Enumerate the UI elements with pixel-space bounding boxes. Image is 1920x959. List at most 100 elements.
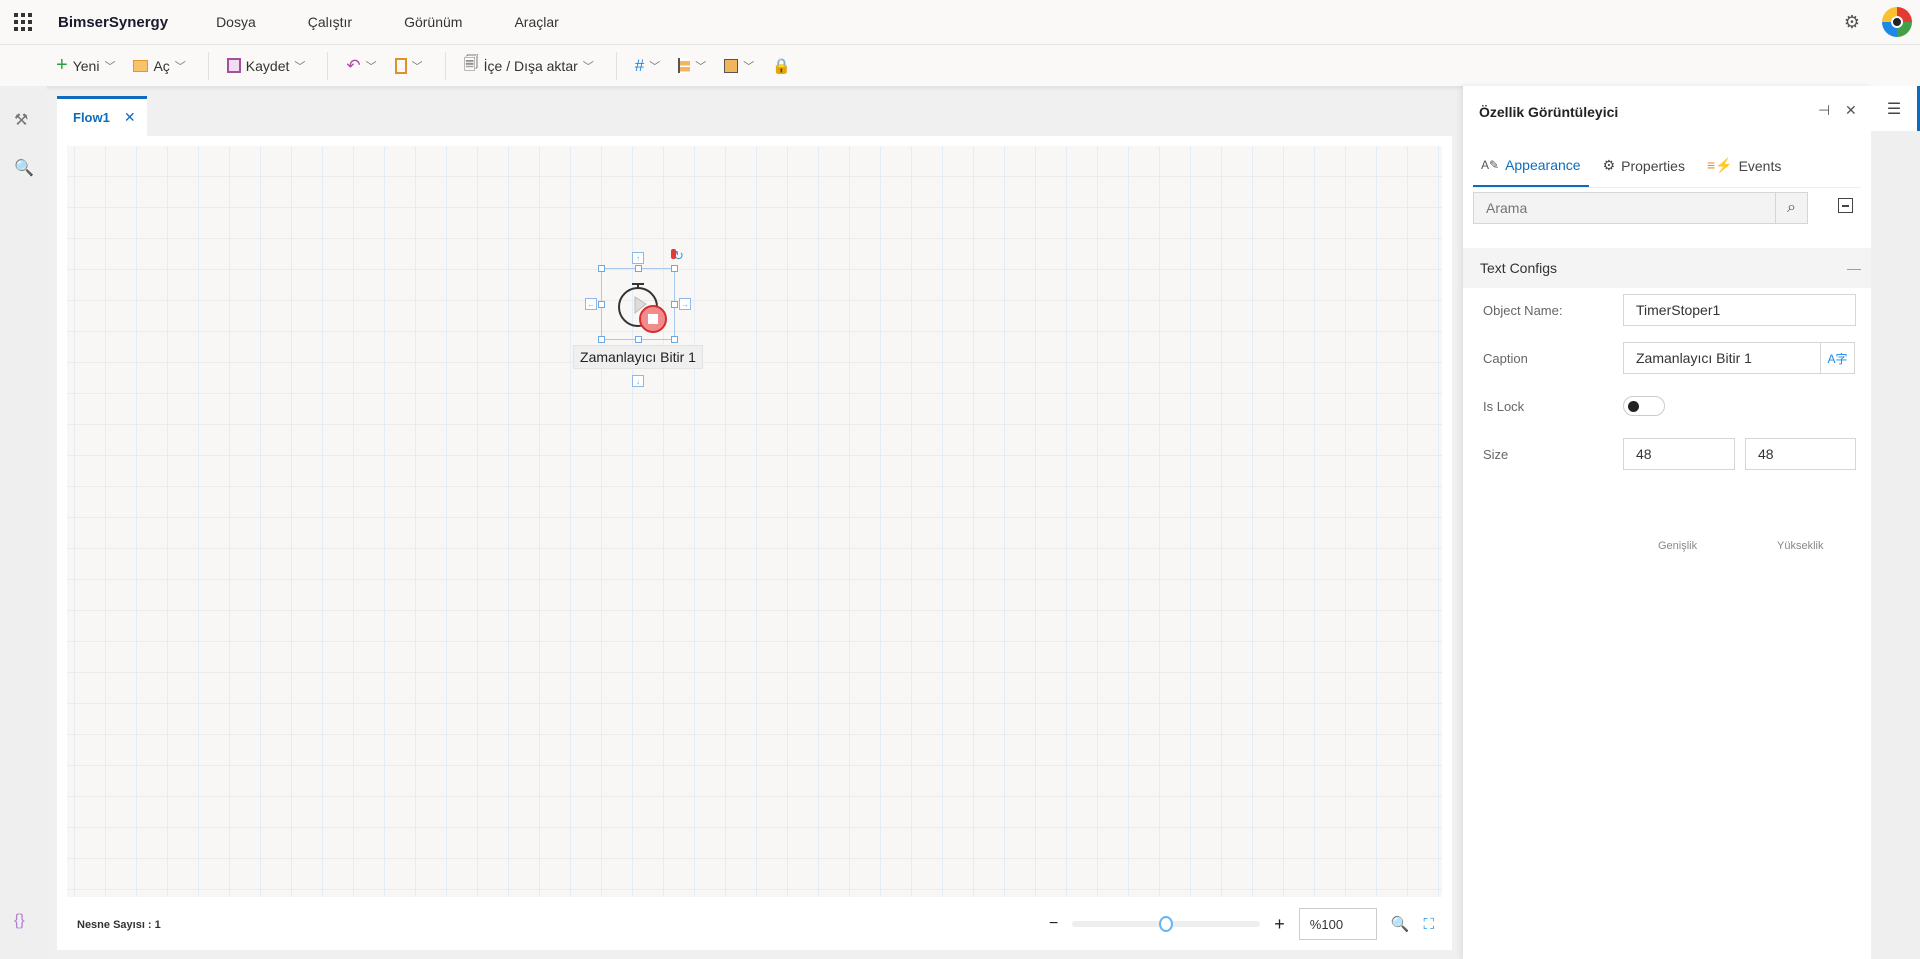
tab-flow1[interactable]: Flow1 ✕	[57, 96, 147, 136]
size-row: Size 48 48	[1463, 438, 1871, 470]
toolbar: + Yeni ﹀ Aç ﹀ Kaydet ﹀ ↶ ﹀ ﹀ 🗐 İçe / Dışa akta…	[0, 45, 1920, 86]
property-search: ⌕	[1473, 192, 1808, 224]
document-tabs: Flow1 ✕	[57, 96, 147, 136]
chevron-down-icon: ﹀	[294, 60, 306, 73]
width-caption: Genişlik	[1658, 540, 1698, 552]
port-top-icon[interactable]: ↑	[632, 252, 644, 264]
zoom-controls: − + %100 🔍 ⛶	[1049, 908, 1434, 940]
chevron-down-icon: ﹀	[582, 60, 594, 73]
port-bottom-icon[interactable]: ↓	[632, 375, 644, 387]
settings-gear-icon[interactable]: ⚙	[1844, 12, 1860, 33]
paste-button[interactable]: ﹀	[394, 57, 423, 74]
designer-workspace: ↑ ← → ↓ ↻ Zamanlayıcı Bitir 1 Nesne Sayı…	[57, 136, 1452, 950]
tab-label: Events	[1738, 157, 1782, 174]
menu-calistir[interactable]: Çalıştır	[308, 14, 352, 30]
object-name-field[interactable]: TimerStoper1	[1623, 294, 1856, 326]
port-right-icon[interactable]: →	[679, 298, 691, 310]
is-lock-label: Is Lock	[1483, 398, 1525, 414]
zoom-level-input[interactable]: %100	[1298, 908, 1377, 940]
chevron-down-icon: ﹀	[365, 60, 377, 73]
avatar[interactable]	[1882, 7, 1912, 37]
timer-stop-node[interactable]	[598, 265, 678, 343]
chevron-down-icon: ﹀	[411, 60, 423, 73]
search-object-icon[interactable]: 🔍	[14, 158, 34, 178]
divider	[207, 51, 209, 80]
grid-icon: #	[634, 55, 645, 75]
node-caption[interactable]: Zamanlayıcı Bitir 1	[573, 345, 703, 369]
panel-title: Özellik Görüntüleyici	[1479, 104, 1619, 120]
new-button[interactable]: + Yeni ﹀	[56, 54, 115, 77]
pin-icon[interactable]: ⊣	[1818, 102, 1830, 119]
is-lock-toggle[interactable]	[1623, 396, 1665, 416]
panel-tabs: A✎ Appearance ⚙ Properties ≡⚡ Events	[1473, 144, 1861, 188]
zoom-in-icon[interactable]: +	[1274, 914, 1285, 935]
save-button[interactable]: Kaydet ﹀	[226, 57, 306, 74]
property-viewer-toggle-icon[interactable]: ☰	[1871, 86, 1920, 131]
menu-gorunum[interactable]: Görünüm	[404, 14, 462, 30]
caption-field[interactable]: Zamanlayıcı Bitir 1	[1623, 342, 1821, 374]
close-icon[interactable]: ✕	[124, 109, 136, 126]
close-icon[interactable]: ✕	[1845, 102, 1857, 119]
height-field[interactable]: 48	[1745, 438, 1856, 470]
arrange-button[interactable]: ﹀	[724, 58, 754, 74]
collapse-all-icon[interactable]	[1838, 198, 1853, 213]
search-icon[interactable]: ⌕	[1775, 193, 1807, 223]
tab-events[interactable]: ≡⚡ Events	[1699, 144, 1789, 187]
events-lightning-icon: ≡⚡	[1706, 157, 1733, 173]
undo-icon: ↶	[346, 55, 361, 75]
section-text-configs[interactable]: Text Configs —	[1463, 248, 1871, 288]
save-label: Kaydet	[245, 57, 290, 74]
width-field[interactable]: 48	[1623, 438, 1735, 470]
zoom-slider[interactable]	[1072, 916, 1261, 932]
layers-icon	[724, 58, 739, 73]
divider	[615, 51, 617, 80]
port-left-icon[interactable]: ←	[585, 298, 597, 310]
collapse-icon[interactable]: —	[1847, 260, 1861, 276]
zoom-reset-icon[interactable]: 🔍	[1391, 915, 1410, 933]
caption-row: Caption Zamanlayıcı Bitir 1 A字	[1463, 342, 1871, 374]
object-count: Nesne Sayısı : 1	[77, 919, 161, 931]
zoom-out-icon[interactable]: −	[1049, 915, 1058, 933]
warning-icon	[671, 249, 676, 259]
grid-button[interactable]: # ﹀	[635, 56, 660, 76]
property-viewer-panel: Özellik Görüntüleyici ⊣ ✕ A✎ Appearance ⚙…	[1463, 86, 1871, 959]
top-bar: BimserSynergy Dosya Çalıştır Görünüm Ara…	[0, 0, 1920, 45]
chevron-down-icon: ﹀	[174, 60, 186, 73]
undo-button[interactable]: ↶ ﹀	[346, 56, 376, 76]
translate-icon[interactable]: A字	[1820, 342, 1855, 374]
app-title: BimserSynergy	[58, 13, 169, 31]
flow-canvas[interactable]: ↑ ← → ↓ ↻ Zamanlayıcı Bitir 1	[67, 146, 1442, 897]
open-button[interactable]: Aç ﹀	[133, 58, 186, 74]
right-rail: ☰	[1871, 86, 1920, 959]
lock-button[interactable]: 🔒	[772, 57, 791, 75]
size-label: Size	[1483, 446, 1509, 462]
menu-araclar[interactable]: Araçlar	[514, 14, 558, 30]
fit-screen-icon[interactable]: ⛶	[1423, 916, 1434, 933]
object-name-row: Object Name: TimerStoper1	[1463, 294, 1871, 326]
folder-icon	[133, 59, 149, 72]
chevron-down-icon: ﹀	[104, 60, 116, 73]
menu-dosya[interactable]: Dosya	[216, 14, 256, 30]
timer-stop-icon	[618, 283, 667, 333]
variables-icon[interactable]: {}	[14, 912, 25, 930]
tools-icon[interactable]: ⚒	[14, 110, 28, 130]
is-lock-row: Is Lock	[1463, 390, 1871, 422]
import-export-label: İçe / Dışa aktar	[483, 57, 578, 74]
tab-label: Appearance	[1505, 156, 1581, 173]
tab-properties[interactable]: ⚙ Properties	[1595, 144, 1693, 187]
divider	[444, 51, 446, 80]
align-icon	[678, 58, 691, 73]
document-transfer-icon: 🗐	[463, 55, 479, 72]
save-disk-icon	[226, 58, 241, 73]
gear-icon: ⚙	[1602, 157, 1616, 173]
tab-appearance[interactable]: A✎ Appearance	[1473, 144, 1589, 187]
chevron-down-icon: ﹀	[695, 60, 707, 73]
plus-icon: +	[56, 54, 68, 76]
search-input[interactable]	[1474, 193, 1775, 223]
object-name-label: Object Name:	[1483, 302, 1563, 318]
import-export-button[interactable]: 🗐 İçe / Dışa aktar ﹀	[464, 53, 594, 78]
app-launcher-icon[interactable]	[14, 13, 32, 31]
align-button[interactable]: ﹀	[678, 58, 706, 74]
zoom-slider-thumb[interactable]	[1159, 916, 1174, 932]
left-rail: ⚒ 🔍 {}	[0, 86, 47, 959]
